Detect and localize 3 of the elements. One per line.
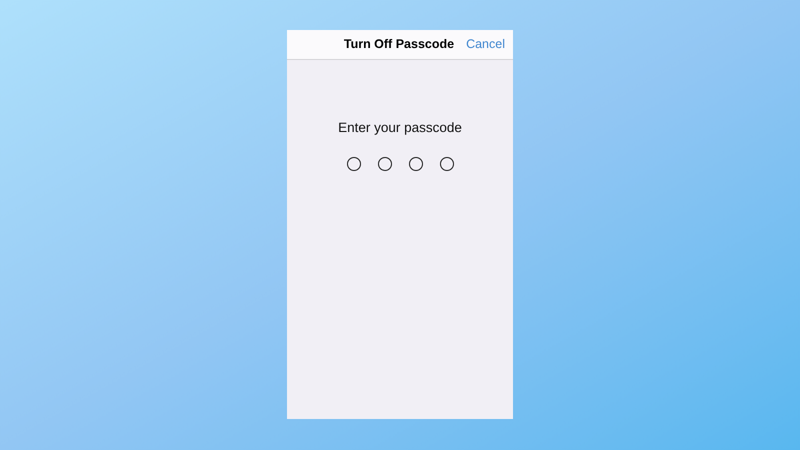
screen-title: Turn Off Passcode xyxy=(344,36,454,54)
passcode-prompt: Enter your passcode xyxy=(338,119,462,137)
cancel-button[interactable]: Cancel xyxy=(466,35,505,54)
